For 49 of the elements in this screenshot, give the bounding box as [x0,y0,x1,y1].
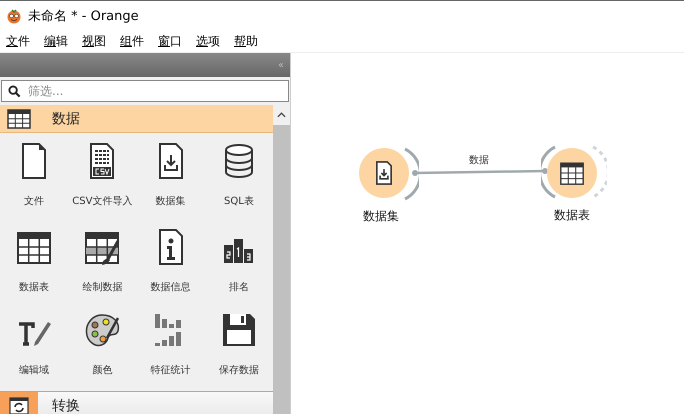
workflow-node[interactable] [359,148,409,198]
widget-tile[interactable]: 数据表 [0,225,68,308]
widget-label: 数据信息 [150,280,191,294]
scrollbar[interactable] [273,105,290,414]
widget-tile[interactable]: 绘制数据 [68,225,136,308]
widget-label: 绘制数据 [82,280,122,294]
menu-item[interactable]: 帮助 [234,33,258,50]
widget-tile[interactable]: CSV文件导入 [68,139,136,225]
menu-item[interactable]: 选项 [196,33,220,50]
app-logo-icon [6,8,22,24]
widget-label: 编辑域 [19,364,50,377]
widget-label: 排名 [228,280,249,294]
menu-item[interactable]: 编辑 [44,33,68,50]
widget-tile[interactable]: 保存数据 [204,308,273,391]
input-connector-icon [541,145,557,199]
refresh-icon [9,396,29,414]
scroll-up-icon[interactable] [273,105,290,125]
menu-item[interactable]: 组件 [120,33,144,50]
search-icon [8,85,21,98]
menu-item[interactable]: 视图 [82,33,106,50]
widget-label: 数据集 [156,195,186,208]
widget-tile[interactable]: SQL表 [204,139,273,225]
link-label: 数据 [469,154,489,167]
table-icon [7,108,31,128]
widget-tile[interactable]: 排名 [204,225,273,308]
widget-label: 保存数据 [218,364,259,377]
widget-label: 特征统计 [150,364,191,377]
window-title: 未命名 * - Orange [28,8,139,25]
widget-label: 颜色 [92,364,112,377]
widget-tile[interactable]: 编辑域 [0,308,68,391]
widget-tile[interactable]: 特征统计 [136,308,205,391]
workflow-node[interactable] [547,148,597,198]
node-label: 数据表 [554,207,590,224]
widget-tile[interactable]: 数据信息 [136,225,205,308]
widget-tile[interactable]: 数据集 [136,139,205,225]
widget-label: CSV文件导入 [72,194,132,208]
filter-field[interactable]: 筛选... [1,80,289,102]
node-label: 数据集 [363,208,399,225]
output-connector-icon [403,147,419,201]
menu-item[interactable]: 窗口 [158,33,182,50]
widget-tile[interactable]: 文件 [0,139,68,225]
category-header[interactable]: 数据 [0,105,273,133]
widget-tile[interactable]: 颜色 [68,308,136,391]
widget-label: 数据表 [19,280,50,294]
widget-label: 文件 [24,194,44,208]
widget-label: SQL表 [224,194,254,208]
menu-item[interactable]: 文件 [6,33,30,50]
output-connector-icon [591,145,607,199]
category-header[interactable]: 转换 [0,391,273,414]
